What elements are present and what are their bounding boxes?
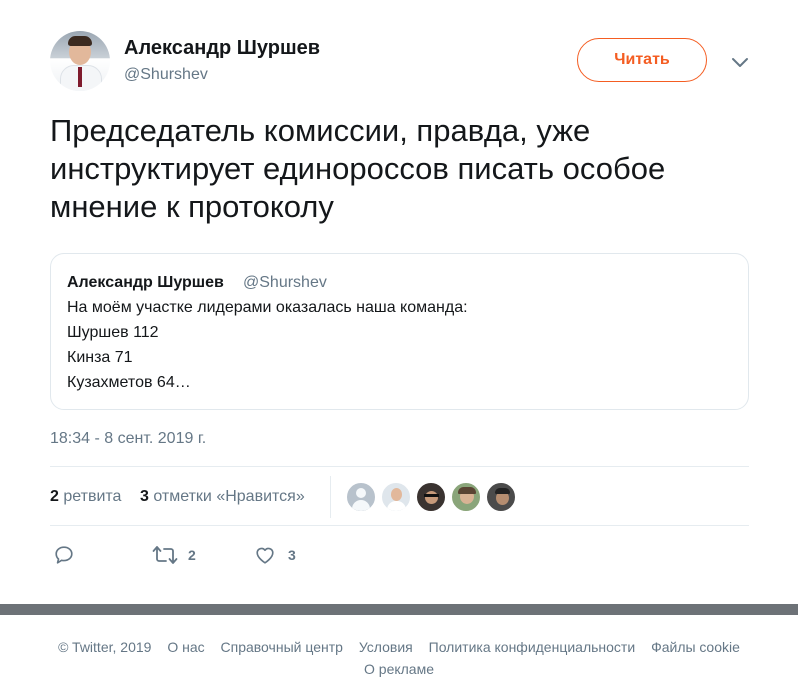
likes-stat[interactable]: 3 отметки «Нравится» [140, 488, 305, 506]
divider [50, 525, 749, 526]
tweet-timestamp[interactable]: 18:34 - 8 сент. 2019 г. [50, 430, 206, 448]
quoted-text-line: Кинза 71 [67, 349, 133, 366]
footer-copyright: © Twitter, 2019 [58, 639, 152, 655]
author-avatar[interactable] [50, 31, 110, 91]
footer-link-about[interactable]: О нас [167, 639, 204, 655]
likes-label: отметки «Нравится» [153, 488, 305, 505]
retweets-stat[interactable]: 2 ретвита [50, 488, 121, 506]
follow-button[interactable]: Читать [577, 38, 707, 82]
quoted-author-name: Александр Шуршев [67, 274, 224, 291]
likes-count: 3 [140, 488, 149, 505]
quoted-text-line: Шуршев 112 [67, 324, 159, 341]
like-count: 3 [288, 547, 296, 563]
author-handle[interactable]: @Shurshev [124, 66, 208, 84]
quoted-text-line: Кузахметов 64… [67, 374, 191, 391]
footer-links: © Twitter, 2019 О нас Справочный центр У… [0, 639, 798, 655]
footer-link-help[interactable]: Справочный центр [221, 639, 343, 655]
author-name[interactable]: Александр Шуршев [124, 37, 320, 60]
footer-link-terms[interactable]: Условия [359, 639, 413, 655]
liker-avatar[interactable] [415, 481, 447, 513]
footer-link-privacy[interactable]: Политика конфиденциальности [429, 639, 636, 655]
divider [50, 466, 749, 467]
footer-link-ads[interactable]: О рекламе [0, 661, 798, 677]
liker-avatar[interactable] [345, 481, 377, 513]
chevron-down-icon[interactable] [731, 55, 749, 69]
liker-avatar[interactable] [450, 481, 482, 513]
heart-icon[interactable] [254, 544, 276, 566]
liker-avatar[interactable] [485, 481, 517, 513]
quoted-text-line: На моём участке лидерами оказалась наша … [67, 299, 468, 316]
retweet-icon[interactable] [152, 544, 178, 566]
footer-link-cookies[interactable]: Файлы cookie [651, 639, 740, 655]
retweets-count: 2 [50, 488, 59, 505]
retweet-count: 2 [188, 547, 196, 563]
tweet-text: Председатель комиссии, правда, уже инстр… [50, 113, 666, 224]
retweets-label: ретвита [63, 488, 122, 505]
reply-icon[interactable] [53, 544, 75, 566]
quoted-author-handle: @Shurshev [243, 274, 327, 291]
stats-separator [330, 476, 331, 518]
section-separator-band [0, 604, 798, 615]
liker-avatar[interactable] [380, 481, 412, 513]
